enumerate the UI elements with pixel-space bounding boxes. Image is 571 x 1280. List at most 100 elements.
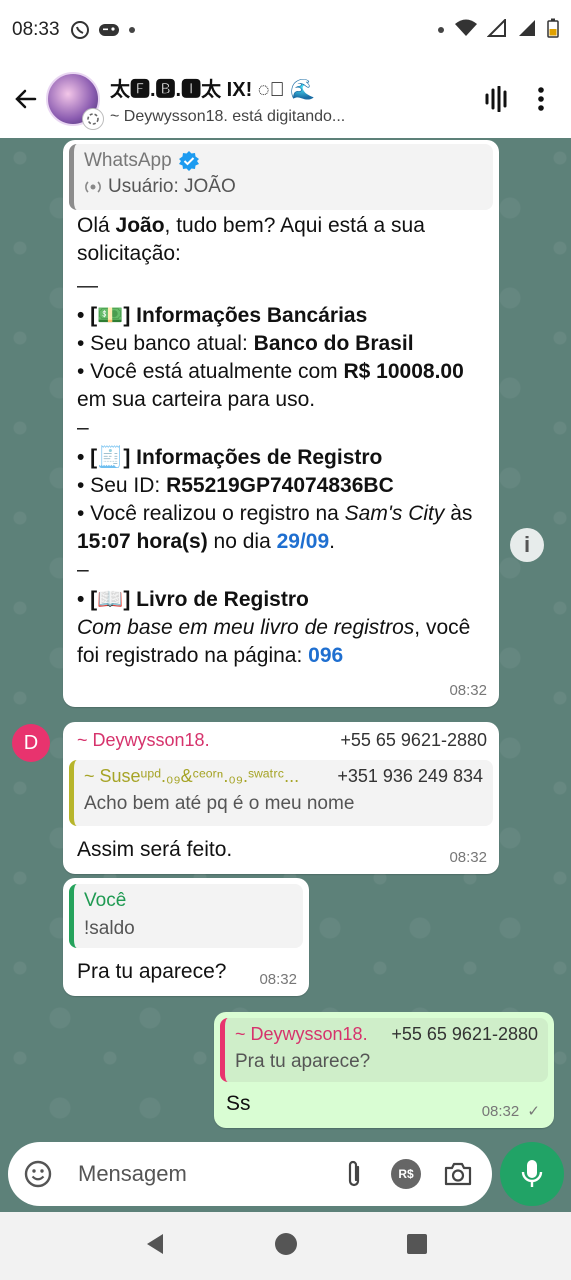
quoted-message[interactable]: Você !saldo xyxy=(69,884,303,948)
attach-button[interactable] xyxy=(334,1154,374,1194)
typing-status: ~ Deywysson18. está digitando... xyxy=(110,107,346,125)
quoted-text: Acho bem até pq é o meu nome xyxy=(84,793,355,814)
nav-recents-button[interactable] xyxy=(406,1233,428,1260)
audio-wave-icon xyxy=(485,86,507,112)
balance-line: • Você está atualmente com xyxy=(77,360,344,383)
group-avatar[interactable] xyxy=(46,72,104,130)
quoted-message[interactable]: ~ Suseᵘᵖᵈ.₀₉&ᶜᵉᵒʳⁿ.₀₉.ˢʷᵃᵗʳᶜ... +351 936… xyxy=(69,760,493,826)
registry-date-link[interactable]: 29/09 xyxy=(277,530,330,553)
book-line: Com base em meu livro de registros xyxy=(77,616,415,639)
quoted-sender: ~ Deywysson18. xyxy=(235,1024,368,1044)
camera-icon xyxy=(444,1162,472,1186)
quoted-text: Pra tu aparece? xyxy=(235,1051,371,1072)
sent-check-icon: ✓ xyxy=(527,1103,540,1120)
notification-dot-icon xyxy=(437,21,445,39)
sender-name[interactable]: ~ Deywysson18. xyxy=(77,730,210,751)
separator-text: — xyxy=(77,274,98,297)
whatsapp-notification-icon xyxy=(70,20,90,40)
registry-heading: • [🧾] Informações de Registro xyxy=(77,446,383,469)
book-heading: • [📖] Livro de Registro xyxy=(77,588,309,611)
circle-home-icon xyxy=(275,1232,298,1255)
bank-line: • Seu banco atual: xyxy=(77,332,254,355)
signal-full-icon xyxy=(517,19,537,42)
signal-icon xyxy=(486,17,507,42)
message-text: Assim será feito. xyxy=(77,838,233,861)
community-icon xyxy=(82,108,104,130)
user-name: João xyxy=(115,214,165,237)
smiley-icon xyxy=(24,1160,52,1188)
wifi-icon xyxy=(455,19,477,42)
registry-line: no dia xyxy=(207,530,277,553)
square-recents-icon xyxy=(406,1233,427,1254)
message-text: Ss xyxy=(226,1092,251,1115)
voice-message-button[interactable] xyxy=(500,1142,564,1206)
registry-line: • Você realizou o registro na xyxy=(77,502,345,525)
quoted-text: Usuário: JOÃO xyxy=(108,176,236,197)
message-time: 08:32 xyxy=(259,971,297,988)
info-button[interactable]: i xyxy=(510,528,544,562)
quoted-phone: +55 65 9621-2880 xyxy=(391,1024,538,1044)
more-options-button[interactable] xyxy=(519,77,563,121)
message-time: 08:32 xyxy=(449,849,487,866)
message-bubble[interactable]: WhatsApp Usuário: JOÃO Olá João, tudo be… xyxy=(63,140,499,707)
currency-label: R$ xyxy=(398,1167,414,1181)
id-line: • Seu ID: xyxy=(77,474,167,497)
bank-heading: • [💵] Informações Bancárias xyxy=(77,304,368,327)
message-composer[interactable]: Mensagem R$ xyxy=(8,1142,492,1206)
separator-text: – xyxy=(77,558,89,581)
message-bubble[interactable]: ~ Deywysson18. +55 65 9621-2880 ~ Suseᵘᵖ… xyxy=(63,722,499,874)
sender-phone: +55 65 9621-2880 xyxy=(340,730,487,750)
avatar-letter: D xyxy=(23,731,39,754)
back-button[interactable] xyxy=(6,79,46,119)
game-controller-icon xyxy=(98,22,120,38)
city-name: Sam's City xyxy=(344,502,445,525)
page-number-link[interactable]: 096 xyxy=(308,644,343,667)
sender-row: ~ Deywysson18. +55 65 9621-2880 xyxy=(77,730,487,751)
message-time: 08:32 ✓ xyxy=(482,1102,540,1120)
chat-background[interactable]: WhatsApp Usuário: JOÃO Olá João, tudo be… xyxy=(0,138,571,1140)
message-bubble[interactable]: Você !saldo Pra tu aparece? 08:32 xyxy=(63,878,309,996)
separator-text: – xyxy=(77,416,89,439)
triangle-back-icon xyxy=(147,1233,164,1254)
currency-icon: R$ xyxy=(391,1159,421,1189)
nav-back-button[interactable] xyxy=(143,1232,167,1261)
id-value: R55219GP74074836BC xyxy=(166,474,394,497)
time-text: 08:32 xyxy=(481,1103,520,1120)
message-text: Pra tu aparece? xyxy=(77,960,227,983)
quoted-text: !saldo xyxy=(84,918,135,939)
microphone-icon xyxy=(521,1160,543,1187)
message-time: 08:32 xyxy=(449,682,487,699)
sender-avatar[interactable]: D xyxy=(12,724,50,762)
quoted-sender: WhatsApp xyxy=(84,150,172,171)
message-input[interactable]: Mensagem xyxy=(78,1161,328,1187)
quoted-message[interactable]: WhatsApp Usuário: JOÃO xyxy=(69,144,493,210)
verified-badge-icon xyxy=(178,151,199,171)
location-broadcast-icon xyxy=(85,181,101,193)
message-bubble-outgoing[interactable]: ~ Deywysson18. +55 65 9621-2880 Pra tu a… xyxy=(214,1012,554,1128)
chat-title-area[interactable]: 太🅵.🅱.🅸太 IX! ◌⃝ 🌊 ~ Deywysson18. está dig… xyxy=(110,73,475,126)
status-time: 08:33 xyxy=(12,19,60,40)
chat-header: 太🅵.🅱.🅸太 IX! ◌⃝ 🌊 ~ Deywysson18. está dig… xyxy=(0,60,571,138)
arrow-left-icon xyxy=(15,89,37,109)
quoted-phone: +351 936 249 834 xyxy=(337,766,483,786)
nav-home-button[interactable] xyxy=(273,1231,299,1262)
quoted-message[interactable]: ~ Deywysson18. +55 65 9621-2880 Pra tu a… xyxy=(220,1018,548,1082)
greeting-text: Olá xyxy=(77,214,116,237)
quoted-sender-row: WhatsApp xyxy=(84,150,483,172)
camera-button[interactable] xyxy=(438,1154,478,1194)
paperclip-icon xyxy=(348,1160,360,1187)
registry-line: às xyxy=(444,502,473,525)
chat-title: 太🅵.🅱.🅸太 IX! ◌⃝ 🌊 xyxy=(110,78,316,101)
balance-value: R$ 10008.00 xyxy=(343,360,464,383)
quoted-sender: Você xyxy=(84,890,127,911)
system-nav-bar xyxy=(0,1212,571,1280)
voice-chat-button[interactable] xyxy=(475,77,519,121)
message-text: Olá João, tudo bem? Aqui está a sua soli… xyxy=(77,212,491,670)
registry-line: . xyxy=(329,530,336,553)
registry-time: 15:07 hora(s) xyxy=(77,530,208,553)
balance-line: em sua carteira para uso. xyxy=(77,388,316,411)
notification-dot-icon xyxy=(128,26,136,34)
emoji-button[interactable] xyxy=(18,1154,58,1194)
kebab-menu-icon xyxy=(538,87,544,111)
payment-button[interactable]: R$ xyxy=(386,1154,426,1194)
